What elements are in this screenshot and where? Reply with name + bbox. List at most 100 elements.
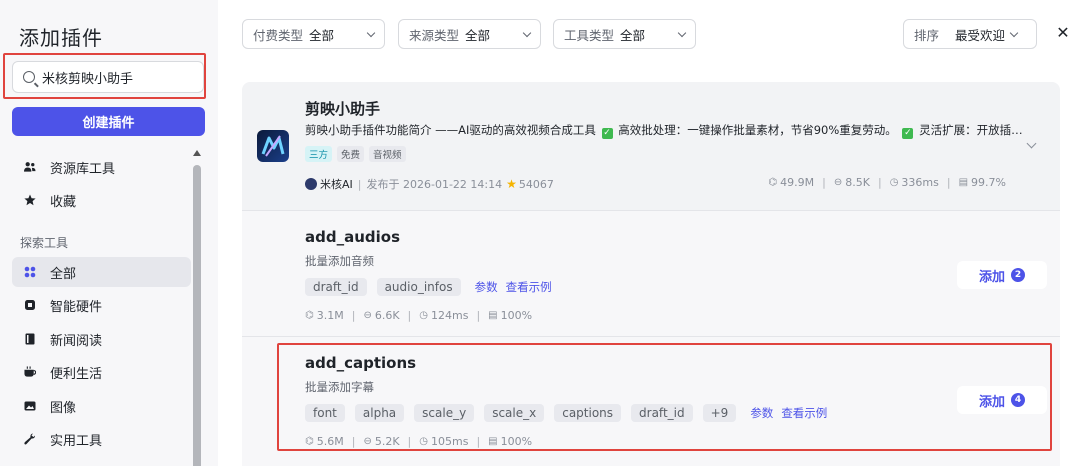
sort-filter[interactable]: 排序 最受欢迎 [903, 19, 1037, 49]
tool-row[interactable]: add_captions 批量添加字幕 font alpha scale_y s… [242, 336, 1060, 466]
param-tag: draft_id [631, 404, 693, 422]
filter-label: 排序 [914, 27, 940, 43]
tool-name: add_captions [305, 354, 417, 372]
tool-type-filter[interactable]: 工具类型 全部 [553, 19, 696, 49]
plugin-title: 剪映小助手 [305, 100, 381, 118]
sidebar-item-life[interactable]: 便利生活 [12, 357, 191, 387]
sidebar-item-smart-hardware[interactable]: 智能硬件 [12, 290, 191, 320]
add-tool-button[interactable]: 添加 4 [957, 386, 1047, 414]
params-link[interactable]: 参数 [475, 279, 498, 295]
chip-icon [24, 299, 36, 311]
badge-third-party: 三方 [305, 146, 333, 162]
stat-success: 100% [500, 309, 533, 322]
stat-latency: 336ms [901, 176, 939, 189]
param-tag: alpha [354, 404, 405, 422]
divider: | [476, 435, 481, 448]
params-link[interactable]: 参数 [750, 405, 773, 421]
sidebar-item-favorites[interactable]: 收藏 [12, 185, 191, 215]
plugin-description: 剪映小助手插件功能简介 ——AI驱动的高效视频合成工具 ✓ 高效批处理：一键操作… [305, 122, 1025, 139]
sidebar-item-utilities[interactable]: 实用工具 [12, 424, 191, 454]
filter-label: 付费类型 [253, 27, 304, 43]
sidebar-item-news[interactable]: 新闻阅读 [12, 324, 191, 354]
author-name[interactable]: 米核AI [320, 176, 353, 192]
tool-params: font alpha scale_y scale_x captions draf… [305, 404, 827, 422]
filter-label: 工具类型 [564, 27, 615, 43]
stat-success: 99.7% [971, 176, 1006, 189]
bots-icon: ⊖ [363, 310, 372, 321]
chevron-down-icon [677, 28, 687, 37]
chevron-down-icon[interactable] [1026, 138, 1037, 149]
param-tag: scale_y [414, 404, 475, 422]
users-icon [24, 161, 36, 173]
desc-part: 剪映小助手插件功能简介 ——AI驱动的高效视频合成工具 [305, 123, 596, 137]
search-icon [23, 71, 35, 83]
sidebar-item-image[interactable]: 图像 [12, 391, 191, 421]
clock-icon: ◷ [889, 177, 899, 188]
bots-icon: ⊖ [363, 436, 372, 447]
grid-icon [24, 266, 36, 278]
tool-params: draft_id audio_infos 参数 查看示例 [305, 278, 552, 296]
calls-icon: ⌬ [305, 310, 314, 321]
author-avatar [305, 178, 317, 190]
sidebar-item-library-tools[interactable]: 资源库工具 [12, 152, 191, 182]
sidebar-item-label: 图像 [50, 400, 77, 416]
plugin-card[interactable]: 剪映小助手 剪映小助手插件功能简介 ——AI驱动的高效视频合成工具 ✓ 高效批处… [242, 82, 1060, 210]
stat-bots: 8.5K [845, 176, 870, 189]
stat-latency: 124ms [431, 309, 469, 322]
divider: | [946, 176, 951, 189]
param-tag: scale_x [484, 404, 545, 422]
stat-bots: 6.6K [374, 309, 400, 322]
divider: | [877, 176, 882, 189]
pay-type-filter[interactable]: 付费类型 全部 [242, 19, 385, 49]
scroll-thumb[interactable] [193, 165, 201, 466]
sidebar-item-label: 收藏 [50, 194, 77, 210]
sidebar-item-all[interactable]: 全部 [12, 257, 191, 287]
search-input[interactable]: 米核剪映小助手 [12, 61, 204, 93]
stat-calls: 49.9M [780, 176, 815, 189]
success-icon: ▤ [488, 436, 498, 447]
filter-value: 最受欢迎 [955, 27, 1006, 43]
desc-part: 高效批处理：一键操作批量素材，节省90%重复劳动。 [618, 123, 897, 137]
stat-calls: 5.6M [316, 435, 344, 448]
tool-links: 参数 查看示例 [750, 405, 827, 421]
create-plugin-button[interactable]: 创建插件 [12, 107, 205, 136]
param-more-tag[interactable]: +9 [702, 404, 737, 422]
source-type-filter[interactable]: 来源类型 全部 [398, 19, 541, 49]
param-tag: font [305, 404, 345, 422]
param-tag: draft_id [305, 278, 367, 296]
tool-stats: ⌬ 5.6M | ⊖ 5.2K | ◷ 105ms | ▤ 100% [305, 435, 532, 448]
star-count: 54067 [518, 177, 554, 191]
sidebar-item-label: 全部 [50, 266, 77, 282]
add-label: 添加 [978, 394, 1005, 410]
filter-label: 来源类型 [409, 27, 460, 43]
filter-value: 全部 [465, 27, 491, 43]
check-icon: ✓ [902, 128, 914, 139]
example-link[interactable]: 查看示例 [506, 279, 552, 295]
star-icon [24, 194, 36, 206]
calls-icon: ⌬ [305, 436, 314, 447]
section-label-explore: 探索工具 [20, 236, 69, 250]
tool-links: 参数 查看示例 [475, 279, 552, 295]
divider: | [357, 177, 362, 191]
plugin-meta: 米核AI | 发布于 2026-01-22 14:14 ★ 54067 [305, 176, 554, 192]
calls-icon: ⌬ [768, 177, 778, 188]
badge-free: 免费 [337, 146, 365, 162]
desc-part: 灵活扩展：开放插… [919, 123, 1023, 137]
plugin-badges: 三方 免费 音视频 [305, 146, 406, 162]
badge-category: 音视频 [369, 146, 406, 162]
plugin-stats: ⌬ 49.9M | ⊖ 8.5K | ◷ 336ms | ▤ 99.7% [768, 176, 1006, 189]
tool-name: add_audios [305, 228, 401, 246]
tool-row[interactable]: add_audios 批量添加音频 draft_id audio_infos 参… [242, 210, 1060, 336]
add-label: 添加 [978, 269, 1005, 285]
scroll-up-arrow-icon[interactable] [193, 150, 201, 156]
divider: | [407, 309, 412, 322]
check-icon: ✓ [601, 128, 613, 139]
panel-title: 添加插件 [19, 26, 103, 50]
search-value: 米核剪映小助手 [42, 71, 134, 87]
add-count-badge: 4 [1011, 393, 1025, 407]
sidebar-scrollbar[interactable] [193, 150, 201, 466]
add-tool-button[interactable]: 添加 2 [957, 261, 1047, 289]
close-icon[interactable]: ✕ [1053, 23, 1073, 43]
example-link[interactable]: 查看示例 [781, 405, 827, 421]
stat-latency: 105ms [431, 435, 469, 448]
